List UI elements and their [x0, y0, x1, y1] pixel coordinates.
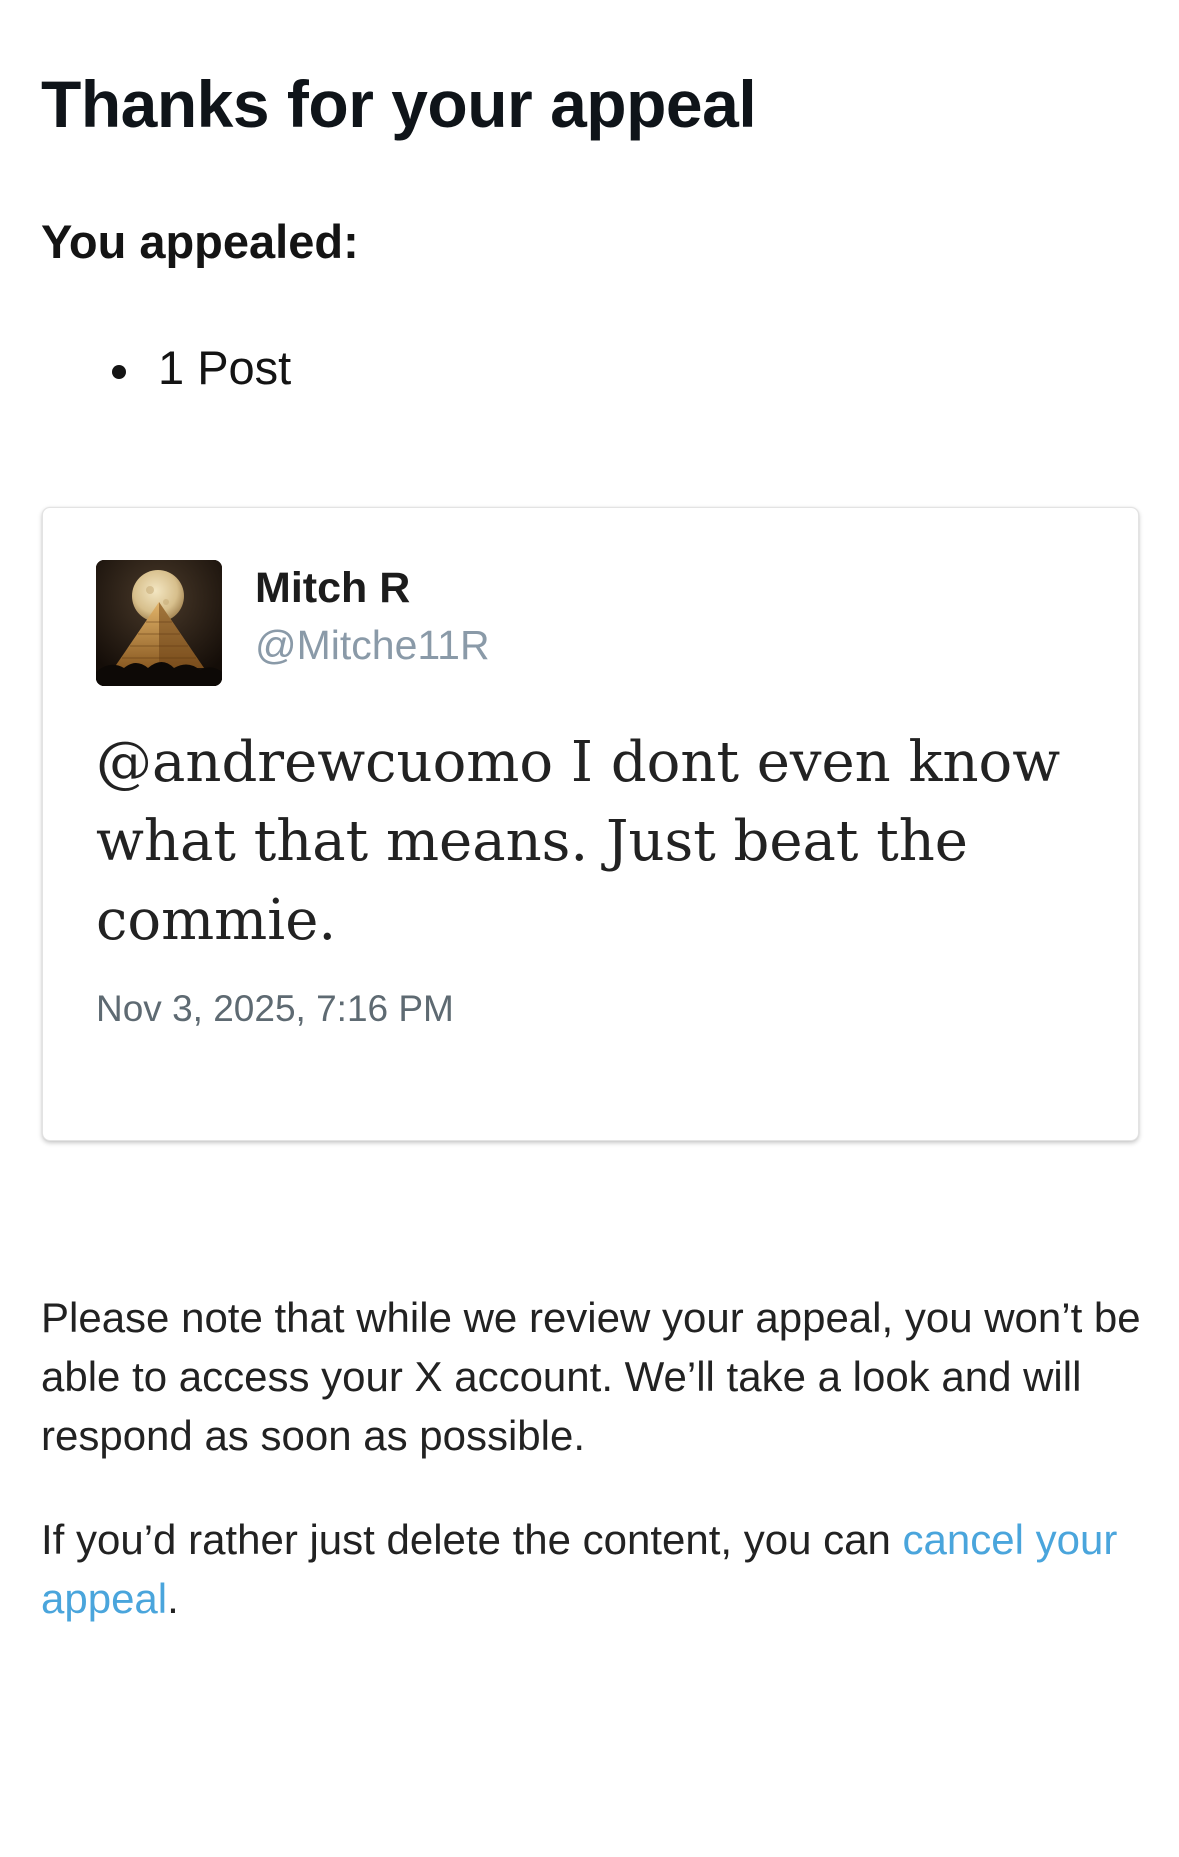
appealed-items-list: 1 Post [110, 340, 291, 395]
review-notice: Please note that while we review your ap… [41, 1294, 1141, 1459]
cancel-appeal-paragraph: If you’d rather just delete the content,… [41, 1510, 1151, 1628]
post-text: @andrewcuomo I dont even know what that … [96, 730, 1061, 953]
cancel-suffix-text: . [167, 1575, 179, 1622]
bullet-icon [112, 365, 126, 379]
appealed-item: 1 Post [110, 340, 291, 395]
moon-over-pyramid-avatar-icon [96, 560, 222, 686]
appealed-subtitle: You appealed: [41, 215, 359, 268]
post-author-name: Mitch R [255, 564, 411, 612]
appealed-post-card: Mitch R @Mitche11R @andrewcuomo I dont e… [42, 507, 1139, 1141]
page-title: Thanks for your appeal [41, 67, 757, 141]
appeal-confirmation-page: Thanks for your appeal You appealed: 1 P… [0, 0, 1179, 1857]
cancel-prefix-text: If you’d rather just delete the content,… [41, 1516, 903, 1563]
appealed-item-label: 1 Post [158, 341, 292, 394]
post-timestamp: Nov 3, 2025, 7:16 PM [96, 988, 454, 1029]
post-author-handle: @Mitche11R [255, 622, 490, 668]
avatar [96, 560, 222, 686]
